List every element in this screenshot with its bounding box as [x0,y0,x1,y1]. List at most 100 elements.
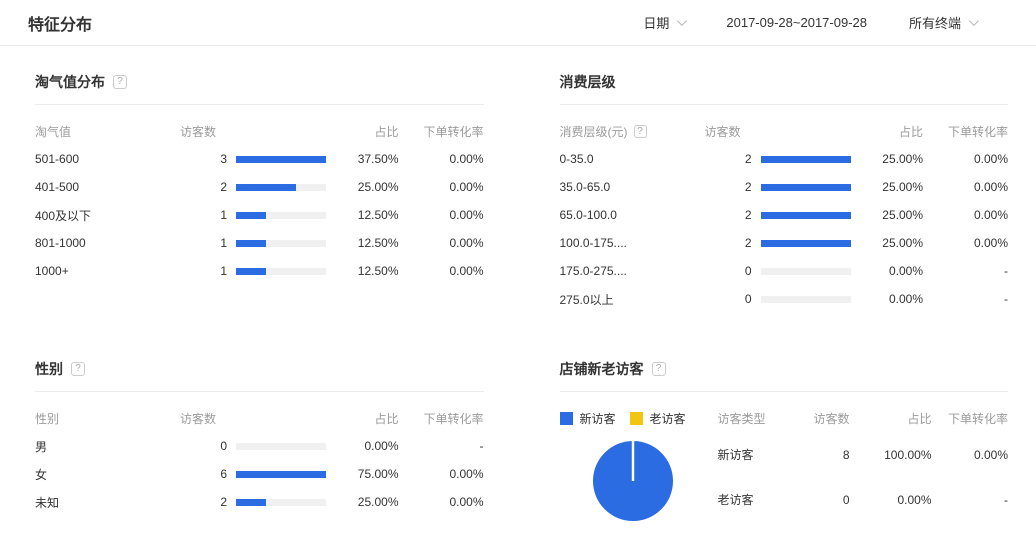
terminal-label: 所有终端 [909,13,961,32]
table-row: 401-500 2 25.00% 0.00% [35,173,484,201]
row-visitors: 2 [705,180,761,194]
row-share: 12.50% [332,264,399,278]
dashboard-grid: 淘气值分布 ? 淘气值 访客数 占比 下单转化率 501-600 3 37.50… [0,46,1036,527]
row-visitors: 8 [798,448,850,462]
visitor-bar [761,156,857,163]
visitor-bar [236,184,332,191]
row-visitors: 2 [180,495,236,509]
visitor-type-content: 新访客 老访客 访客类型 访客数 占比 下单转化率 [560,392,1009,527]
row-label: 35.0-65.0 [560,180,705,194]
table-header: 访客类型 访客数 占比 下单转化率 [718,404,1009,432]
row-conversion: - [923,292,1008,306]
bar-fill [236,499,266,506]
visitor-bar [236,443,332,450]
visitor-bar [236,156,332,163]
row-share: 100.00% [850,448,932,462]
row-share: 0.00% [857,264,924,278]
legend-label: 老访客 [650,410,686,427]
bar-fill [236,471,326,478]
row-share: 25.00% [332,495,399,509]
col-visitors: 访客数 [180,123,332,140]
help-icon[interactable]: ? [652,362,666,376]
date-mode-dropdown[interactable]: 日期 [643,13,684,32]
visitor-bar [761,212,857,219]
table-row: 女 6 75.00% 0.00% [35,460,484,488]
row-share: 25.00% [332,180,399,194]
row-conversion: 0.00% [399,495,484,509]
row-share: 0.00% [850,493,932,507]
col-visitors: 访客数 [798,410,850,427]
col-conversion: 下单转化率 [399,410,484,427]
terminal-dropdown[interactable]: 所有终端 [909,13,976,32]
bar-fill [236,184,296,191]
panel-consumption-level: 消费层级 消费层级(元) ? 访客数 占比 下单转化率 0-35.0 2 25.… [560,72,1009,313]
row-label: 男 [35,438,180,455]
row-share: 25.00% [857,152,924,166]
row-conversion: 0.00% [399,180,484,194]
row-conversion: - [932,493,1009,507]
legend-item-new-visitor[interactable]: 新访客 [560,410,616,427]
legend-item-old-visitor[interactable]: 老访客 [630,410,686,427]
visitor-bar [761,268,857,275]
row-conversion: - [923,264,1008,278]
row-label: 女 [35,466,180,483]
help-icon[interactable]: ? [113,75,127,89]
row-visitors: 0 [705,264,761,278]
row-visitors: 0 [798,493,850,507]
page-header: 特征分布 日期 2017-09-28~2017-09-28 所有终端 [0,0,1036,46]
row-conversion: 0.00% [399,152,484,166]
col-visitors: 访客数 [705,123,857,140]
table-row: 0-35.0 2 25.00% 0.00% [560,145,1009,173]
bar-fill [761,184,851,191]
panel-title: 消费层级 [560,72,616,92]
row-share: 0.00% [857,292,924,306]
row-visitors: 2 [705,208,761,222]
bar-track [761,240,851,247]
row-share: 0.00% [332,439,399,453]
row-conversion: 0.00% [923,208,1008,222]
row-visitors: 2 [705,236,761,250]
bar-fill [761,156,851,163]
row-conversion: 0.00% [399,264,484,278]
bar-track [236,443,326,450]
table-row: 801-1000 1 12.50% 0.00% [35,229,484,257]
panel-title-row: 淘气值分布 ? [35,72,484,92]
bar-track [236,184,326,191]
row-label: 401-500 [35,180,180,194]
panel-title-row: 性别 ? [35,359,484,379]
help-icon[interactable]: ? [71,362,85,376]
panel-title: 性别 [35,359,63,379]
chevron-down-icon [969,16,979,26]
table-row: 275.0以上 0 0.00% - [560,285,1009,313]
col-share: 占比 [850,410,932,427]
visitor-type-table: 访客类型 访客数 占比 下单转化率 新访客 8 100.00% 0.00% 老访… [718,392,1009,527]
col-conversion: 下单转化率 [923,123,1008,140]
row-label: 未知 [35,494,180,511]
visitor-bar [236,499,332,506]
bar-track [761,156,851,163]
bar-track [236,499,326,506]
bar-track [761,212,851,219]
date-range-picker[interactable]: 2017-09-28~2017-09-28 [726,15,867,30]
panel-gender: 性别 ? 性别 访客数 占比 下单转化率 男 0 0.00% - 女 6 75.… [35,359,484,527]
table-row: 100.0-175.... 2 25.00% 0.00% [560,229,1009,257]
row-label: 801-1000 [35,236,180,250]
bar-track [761,296,851,303]
legend-label: 新访客 [580,410,616,427]
panel-title-row: 店铺新老访客 ? [560,359,1009,379]
help-icon[interactable]: ? [634,125,647,138]
visitor-bar [236,268,332,275]
row-visitors: 2 [705,152,761,166]
row-visitors: 6 [180,467,236,481]
row-conversion: 0.00% [399,236,484,250]
row-conversion: 0.00% [399,467,484,481]
table-header: 性别 访客数 占比 下单转化率 [35,404,484,432]
col-share: 占比 [857,123,924,140]
table-row: 400及以下 1 12.50% 0.00% [35,201,484,229]
row-share: 25.00% [857,208,924,222]
pie-column: 新访客 老访客 [560,392,718,527]
row-visitors: 0 [705,292,761,306]
visitor-type-pie-chart[interactable] [592,440,674,522]
col-share: 占比 [332,410,399,427]
panel-taoqi-distribution: 淘气值分布 ? 淘气值 访客数 占比 下单转化率 501-600 3 37.50… [35,72,484,313]
